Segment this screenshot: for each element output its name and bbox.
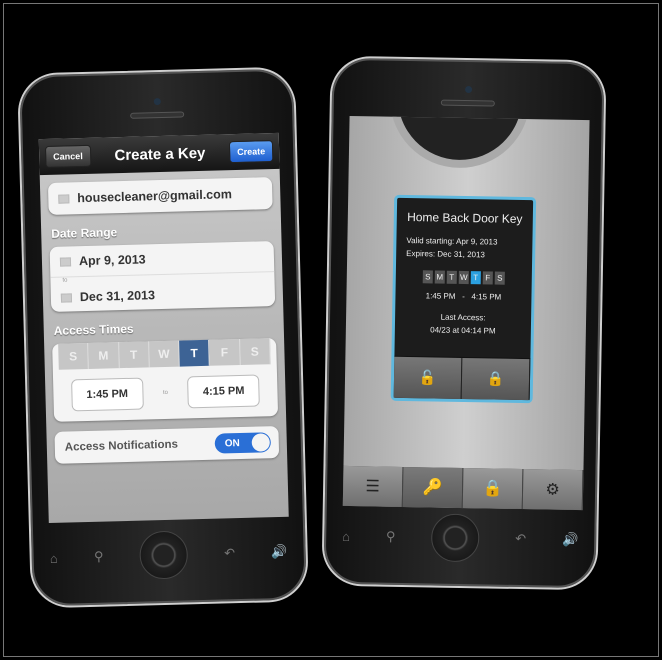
cancel-button[interactable]: Cancel [44, 144, 92, 169]
access-times-label: Access Times [53, 321, 134, 338]
email-value: housecleaner@gmail.com [77, 187, 233, 206]
phone-create-key: Cancel Create a Key Create housecleaner@… [17, 66, 309, 609]
hardware-buttons: ⌂ ⚲ ↶ 🔊 [324, 506, 597, 571]
phone-key-detail: Home Back Door Key Valid starting: Apr 9… [321, 55, 607, 591]
search-icon[interactable]: ⚲ [386, 529, 396, 545]
back-icon[interactable]: ↶ [515, 531, 526, 547]
key-detail-screen: Home Back Door Key Valid starting: Apr 9… [342, 115, 590, 511]
notifications-toggle[interactable]: ON [214, 432, 272, 454]
notifications-row: Access Notifications ON [54, 426, 280, 464]
volume-icon[interactable]: 🔊 [562, 532, 578, 548]
tab-key[interactable]: 🔑 [402, 466, 464, 509]
date-range-label: Date Range [51, 225, 118, 241]
search-icon[interactable]: ⚲ [94, 549, 104, 565]
speaker [440, 99, 495, 107]
to-label: to [162, 389, 169, 397]
day-1[interactable]: M [88, 342, 120, 369]
home-icon[interactable]: ⌂ [342, 528, 350, 543]
expires: Expires: Dec 31, 2013 [406, 248, 485, 260]
access-times: 1:45 PM - 4:15 PM [425, 291, 502, 302]
envelope-icon [58, 193, 70, 204]
last-access-value: 04/23 at 04:14 PM [430, 325, 496, 336]
email-field[interactable]: housecleaner@gmail.com [47, 177, 273, 215]
gear-icon: ⚙ [545, 481, 560, 499]
start-date: Apr 9, 2013 [78, 252, 146, 269]
date-range-card: Apr 9, 2013 to Dec 31, 2013 [49, 241, 276, 312]
day-6[interactable]: S [239, 338, 271, 365]
camera [153, 97, 161, 106]
page-title: Create a Key [114, 144, 206, 164]
day-0: S [422, 270, 433, 284]
day-3: W [458, 270, 469, 285]
lock-button[interactable]: 🔒 [461, 357, 531, 401]
back-icon[interactable]: ↶ [224, 545, 235, 561]
calendar-icon [59, 256, 72, 267]
tab-bar: ☰ 🔑 🔒 ⚙ [342, 465, 584, 511]
create-key-screen: Cancel Create a Key Create housecleaner@… [38, 132, 289, 524]
calendar-icon [60, 292, 73, 303]
key-icon: 🔑 [422, 479, 443, 497]
end-date: Dec 31, 2013 [79, 288, 156, 305]
nav-bar: Cancel Create a Key Create [38, 132, 280, 176]
day-indicator: SMTWTFS [396, 270, 532, 285]
day-4: T [470, 271, 481, 285]
day-2: T [446, 270, 457, 284]
day-4[interactable]: T [179, 339, 211, 367]
create-button[interactable]: Create [228, 140, 274, 164]
unlock-button[interactable]: 🔓 [393, 356, 463, 399]
day-0[interactable]: S [58, 342, 90, 370]
key-title: Home Back Door Key [407, 209, 523, 227]
day-1: M [434, 270, 445, 284]
start-time-field[interactable]: 1:45 PM [71, 377, 144, 412]
hardware-buttons: ⌂ ⚲ ↶ 🔊 [31, 521, 306, 588]
notifications-label: Access Notifications [64, 438, 179, 454]
speaker [130, 111, 185, 119]
tab-settings[interactable]: ⚙ [522, 469, 584, 511]
tab-lock[interactable]: 🔒 [462, 468, 524, 510]
lock-icon: 🔒 [482, 480, 503, 498]
list-icon: ☰ [365, 478, 380, 496]
camera [465, 85, 473, 94]
lock-icon: 🔒 [486, 370, 505, 387]
tab-list[interactable]: ☰ [342, 465, 404, 507]
end-time-field[interactable]: 4:15 PM [187, 374, 260, 409]
home-button[interactable] [430, 513, 480, 563]
unlock-icon: 🔓 [418, 369, 437, 386]
home-icon[interactable]: ⌂ [50, 550, 58, 565]
access-times-card: SMTWTFS 1:45 PM to 4:15 PM [52, 338, 279, 422]
volume-icon[interactable]: 🔊 [271, 544, 288, 560]
day-2[interactable]: T [118, 341, 150, 369]
home-button[interactable] [139, 530, 189, 580]
day-5[interactable]: F [209, 338, 241, 366]
day-3[interactable]: W [148, 340, 180, 368]
day-6: S [494, 271, 505, 285]
key-card: Home Back Door Key Valid starting: Apr 9… [390, 194, 537, 404]
day-5: F [482, 271, 493, 285]
end-date-field[interactable]: Dec 31, 2013 [51, 278, 276, 312]
lock-dial-graphic [388, 115, 531, 170]
day-selector: SMTWTFS [58, 338, 271, 370]
